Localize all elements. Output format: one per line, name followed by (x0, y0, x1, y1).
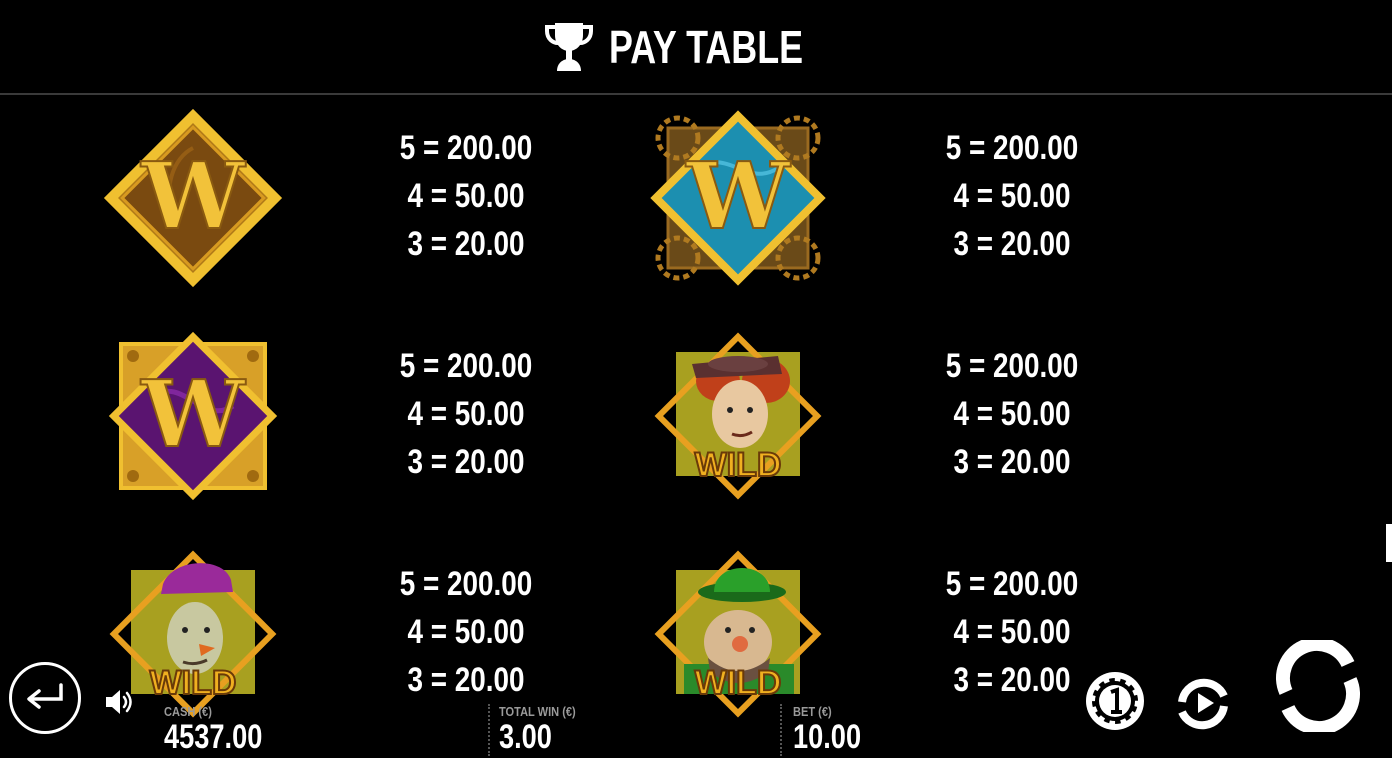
w-blue-symbol: W (650, 110, 826, 286)
payout-line: 3 = 20.00 (953, 443, 1071, 481)
coin-value-icon[interactable] (1084, 670, 1146, 732)
payout-group: 5 = 200.00 4 = 50.00 3 = 20.00 (356, 124, 576, 268)
total-win-label: TOTAL WIN (€) (499, 704, 576, 719)
w-purple-symbol: W (108, 331, 278, 501)
payout-line: 4 = 50.00 (407, 395, 525, 433)
payout-line: 5 = 200.00 (945, 129, 1079, 167)
svg-text:W: W (140, 142, 246, 250)
bet-value: 10.00 (793, 718, 862, 756)
payout-line: 5 = 200.00 (399, 129, 533, 167)
payout-line: 3 = 20.00 (407, 443, 525, 481)
back-arrow-icon (27, 683, 63, 709)
payout-group: 5 = 200.00 4 = 50.00 3 = 20.00 (356, 342, 576, 486)
speaker-icon[interactable] (103, 686, 135, 718)
header: PAY TABLE (0, 0, 1392, 95)
divider (488, 704, 490, 756)
payout-line: 4 = 50.00 (953, 395, 1071, 433)
divider (780, 704, 782, 756)
trophy-icon (544, 22, 593, 71)
cash-display: CASH (€) 4537.00 (164, 704, 287, 755)
scroll-indicator[interactable] (1386, 524, 1392, 562)
svg-text:W: W (140, 360, 246, 468)
bet-display: BET (€) 10.00 (793, 704, 878, 755)
payout-line: 4 = 50.00 (407, 177, 525, 215)
payout-line: 5 = 200.00 (399, 565, 533, 603)
svg-text:WILD: WILD (695, 446, 782, 484)
page-title: PAY TABLE (608, 20, 803, 73)
spin-icon[interactable] (1272, 640, 1364, 732)
svg-text:WILD: WILD (150, 664, 237, 702)
cash-label: CASH (€) (164, 704, 212, 719)
back-button[interactable] (9, 662, 81, 734)
payout-line: 4 = 50.00 (407, 613, 525, 651)
payout-line: 3 = 20.00 (407, 661, 525, 699)
title-wrap: PAY TABLE (544, 20, 858, 74)
payout-line: 3 = 20.00 (407, 225, 525, 263)
payout-line: 5 = 200.00 (399, 347, 533, 385)
total-win-value: 3.00 (499, 718, 552, 756)
payout-line: 3 = 20.00 (953, 661, 1071, 699)
wild-redhead-woman-symbol: WILD (654, 332, 822, 500)
payout-line: 4 = 50.00 (953, 177, 1071, 215)
w-gold-symbol: W (103, 108, 283, 288)
total-win-display: TOTAL WIN (€) 3.00 (499, 704, 589, 755)
paytable-screen: PAY TABLE W 5 = 200.00 4 = 50.00 3 = 20.… (0, 0, 1392, 758)
bet-label: BET (€) (793, 704, 832, 719)
wild-green-hat-man-symbol: WILD (654, 550, 822, 718)
svg-text:W: W (685, 142, 791, 250)
payout-line: 5 = 200.00 (945, 565, 1079, 603)
payout-line: 5 = 200.00 (945, 347, 1079, 385)
payout-line: 3 = 20.00 (953, 225, 1071, 263)
autoplay-icon[interactable] (1172, 672, 1234, 734)
payout-line: 4 = 50.00 (953, 613, 1071, 651)
cash-value: 4537.00 (164, 718, 263, 756)
payout-group: 5 = 200.00 4 = 50.00 3 = 20.00 (902, 124, 1122, 268)
payout-group: 5 = 200.00 4 = 50.00 3 = 20.00 (356, 560, 576, 704)
svg-text:WILD: WILD (695, 664, 782, 702)
payout-group: 5 = 200.00 4 = 50.00 3 = 20.00 (902, 342, 1122, 486)
